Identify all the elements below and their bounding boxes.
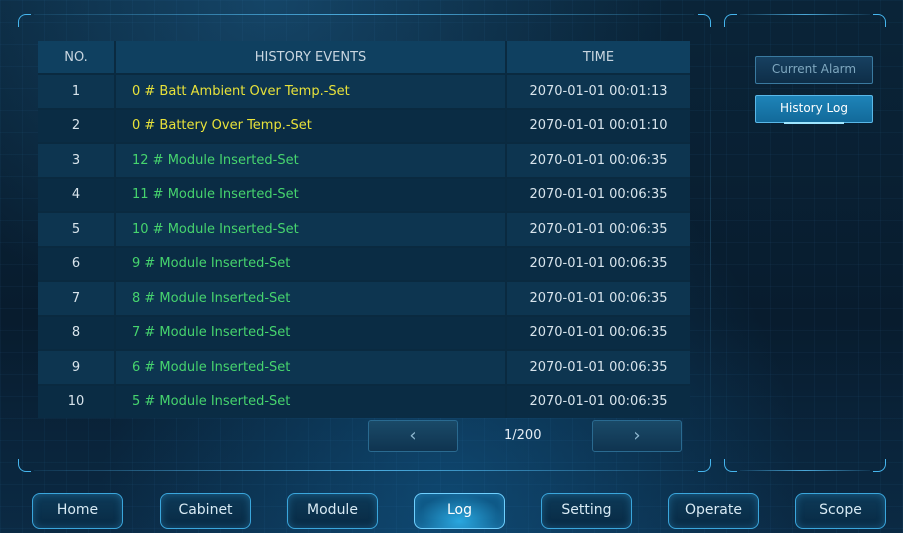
- event-time: 2070-01-01 00:06:35: [507, 280, 690, 315]
- event-text: 12 # Module Inserted-Set: [116, 142, 507, 177]
- table-row[interactable]: 10 5 # Module Inserted-Set 2070-01-01 00…: [38, 383, 690, 418]
- table-row[interactable]: 1 0 # Batt Ambient Over Temp.-Set 2070-0…: [38, 73, 690, 108]
- event-text: 0 # Battery Over Temp.-Set: [116, 107, 507, 142]
- table-row[interactable]: 2 0 # Battery Over Temp.-Set 2070-01-01 …: [38, 107, 690, 142]
- nav-log-button[interactable]: Log: [414, 493, 505, 529]
- row-number: 2: [38, 107, 116, 142]
- row-number: 7: [38, 280, 116, 315]
- row-number: 5: [38, 211, 116, 246]
- row-number: 8: [38, 314, 116, 349]
- column-header-no: NO.: [38, 41, 116, 73]
- row-number: 10: [38, 383, 116, 418]
- table-row[interactable]: 7 8 # Module Inserted-Set 2070-01-01 00:…: [38, 280, 690, 315]
- chevron-left-icon: ‹: [409, 425, 417, 446]
- nav-operate-button[interactable]: Operate: [668, 493, 759, 529]
- event-time: 2070-01-01 00:06:35: [507, 142, 690, 177]
- chevron-right-icon: ›: [633, 425, 641, 446]
- event-time: 2070-01-01 00:06:35: [507, 314, 690, 349]
- row-number: 9: [38, 349, 116, 384]
- event-time: 2070-01-01 00:01:13: [507, 73, 690, 108]
- row-number: 6: [38, 245, 116, 280]
- history-log-button[interactable]: History Log: [755, 95, 873, 124]
- event-time: 2070-01-01 00:06:35: [507, 383, 690, 418]
- event-text: 6 # Module Inserted-Set: [116, 349, 507, 384]
- current-alarm-button[interactable]: Current Alarm: [755, 56, 873, 84]
- event-text: 9 # Module Inserted-Set: [116, 245, 507, 280]
- event-text: 7 # Module Inserted-Set: [116, 314, 507, 349]
- history-events-table: NO. HISTORY EVENTS TIME 1 0 # Batt Ambie…: [38, 41, 690, 418]
- row-number: 1: [38, 73, 116, 108]
- column-header-time: TIME: [507, 41, 690, 73]
- nav-cabinet-button[interactable]: Cabinet: [160, 493, 251, 529]
- event-text: 11 # Module Inserted-Set: [116, 176, 507, 211]
- event-time: 2070-01-01 00:01:10: [507, 107, 690, 142]
- table-row[interactable]: 4 11 # Module Inserted-Set 2070-01-01 00…: [38, 176, 690, 211]
- event-time: 2070-01-01 00:06:35: [507, 211, 690, 246]
- column-header-history-events: HISTORY EVENTS: [116, 41, 507, 73]
- row-number: 4: [38, 176, 116, 211]
- nav-home-button[interactable]: Home: [32, 493, 123, 529]
- row-number: 3: [38, 142, 116, 177]
- event-text: 5 # Module Inserted-Set: [116, 383, 507, 418]
- table-row[interactable]: 5 10 # Module Inserted-Set 2070-01-01 00…: [38, 211, 690, 246]
- table-row[interactable]: 8 7 # Module Inserted-Set 2070-01-01 00:…: [38, 314, 690, 349]
- table-row[interactable]: 9 6 # Module Inserted-Set 2070-01-01 00:…: [38, 349, 690, 384]
- table-header-row: NO. HISTORY EVENTS TIME: [38, 41, 690, 73]
- nav-scope-button[interactable]: Scope: [795, 493, 886, 529]
- nav-module-button[interactable]: Module: [287, 493, 378, 529]
- event-time: 2070-01-01 00:06:35: [507, 245, 690, 280]
- page-indicator: 1/200: [504, 428, 542, 443]
- event-time: 2070-01-01 00:06:35: [507, 349, 690, 384]
- table-row[interactable]: 3 12 # Module Inserted-Set 2070-01-01 00…: [38, 142, 690, 177]
- event-time: 2070-01-01 00:06:35: [507, 176, 690, 211]
- previous-page-button[interactable]: ‹: [368, 420, 458, 452]
- event-text: 10 # Module Inserted-Set: [116, 211, 507, 246]
- event-text: 0 # Batt Ambient Over Temp.-Set: [116, 73, 507, 108]
- table-row[interactable]: 6 9 # Module Inserted-Set 2070-01-01 00:…: [38, 245, 690, 280]
- next-page-button[interactable]: ›: [592, 420, 682, 452]
- event-text: 8 # Module Inserted-Set: [116, 280, 507, 315]
- nav-setting-button[interactable]: Setting: [541, 493, 632, 529]
